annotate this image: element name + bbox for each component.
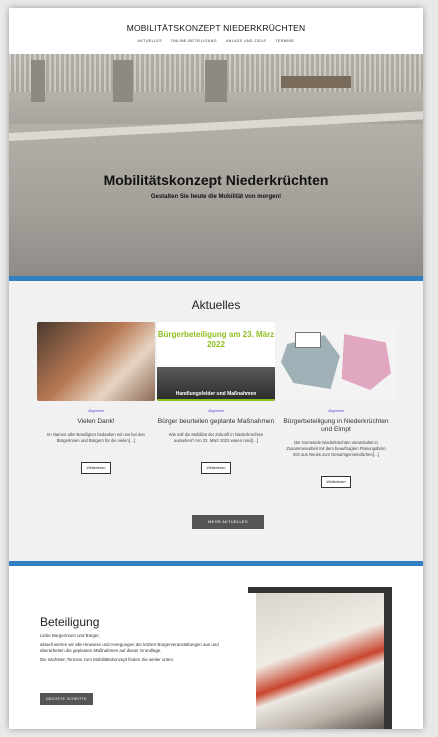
news-card-title[interactable]: Bürger beurteilen geplante Maßnahmen bbox=[157, 418, 275, 426]
news-card-title[interactable]: Vielen Dank! bbox=[37, 418, 155, 426]
read-more-button[interactable]: Weiterlesen bbox=[80, 462, 112, 474]
news-card-category[interactable]: Allgemein bbox=[157, 409, 275, 413]
news-card-excerpt: Im Namen aller Beteiligten bedanken wir … bbox=[47, 432, 145, 443]
news-heading: Aktuelles bbox=[191, 298, 241, 312]
more-news-button[interactable]: MEHR AKTUELLES bbox=[192, 515, 264, 529]
site-title[interactable]: MOBILITÄTSKONZEPT NIEDERKRÜCHTEN bbox=[9, 8, 423, 33]
news-card-excerpt: Wie soll die Mobilität der Zukunft in Ni… bbox=[168, 432, 264, 443]
nav-item-aktuelles[interactable]: AKTUELLES bbox=[138, 39, 162, 43]
participation-photo bbox=[248, 587, 392, 729]
news-card-image[interactable] bbox=[277, 322, 395, 401]
hero-background-post bbox=[31, 60, 45, 102]
map-region-elmpt bbox=[341, 334, 391, 390]
map-legend-box bbox=[295, 332, 321, 348]
photo-frame bbox=[384, 587, 392, 729]
participation-section: Beteiligung Liebe Bürgerinnen und Bürger… bbox=[9, 566, 423, 729]
hero-background-road bbox=[9, 124, 423, 276]
participation-paragraph: aktuell werten wir alle Hinweise und Anr… bbox=[40, 642, 219, 653]
participation-title: Beteiligung bbox=[40, 615, 100, 629]
news-card-image[interactable]: Bürgerbeteiligung am 23. März 2022 Handl… bbox=[157, 322, 275, 401]
hero-background-post bbox=[205, 60, 227, 102]
news-card-image-headline: Bürgerbeteiligung am 23. März 2022 bbox=[157, 330, 275, 349]
page: MOBILITÄTSKONZEPT NIEDERKRÜCHTEN AKTUELL… bbox=[9, 8, 423, 729]
hero-background-bench bbox=[281, 76, 351, 88]
news-card: Bürgerbeteiligung am 23. März 2022 Handl… bbox=[157, 322, 275, 488]
news-card: Allgemein Vielen Dank! Im Namen aller Be… bbox=[37, 322, 155, 488]
news-card: Allgemein Bürgerbeteiligung in Niederkrü… bbox=[277, 322, 395, 488]
photo-frame bbox=[248, 587, 392, 593]
news-card-title[interactable]: Bürgerbeteiligung in Niederkrüchten und … bbox=[277, 418, 395, 434]
main-nav: AKTUELLES ONLINE-BETEILIGUNG ANLASS UND … bbox=[9, 39, 423, 43]
news-section: Aktuelles Allgemein Vielen Dank! Im Name… bbox=[9, 281, 423, 561]
news-card-image-underline bbox=[157, 399, 275, 401]
nav-item-anlass-und-ziele[interactable]: ANLASS UND ZIELE bbox=[226, 39, 266, 43]
hero-subtitle: Gestalten Sie heute die Mobilität von mo… bbox=[150, 194, 282, 200]
news-card-image-label: Handlungsfelder und Maßnahmen bbox=[175, 391, 257, 397]
news-card-excerpt: Die Gemeinde Niederkrüchten veranstaltet… bbox=[286, 440, 386, 457]
hero-section: Mobilitätskonzept Niederkrüchten Gestalt… bbox=[9, 54, 423, 276]
site-header: MOBILITÄTSKONZEPT NIEDERKRÜCHTEN AKTUELL… bbox=[9, 8, 423, 54]
news-card-category[interactable]: Allgemein bbox=[37, 409, 155, 413]
hero-title: Mobilitätskonzept Niederkrüchten bbox=[103, 172, 329, 188]
read-more-button[interactable]: Weiterlesen bbox=[320, 476, 352, 488]
participation-paragraph: Die nächsten Termine zum Mobilitätskonze… bbox=[40, 657, 175, 662]
nav-item-termine[interactable]: TERMINE bbox=[275, 39, 294, 43]
participation-paragraph: Liebe Bürgerinnen und Bürger, bbox=[40, 633, 100, 638]
nav-item-online-beteiligung[interactable]: ONLINE-BETEILIGUNG bbox=[171, 39, 217, 43]
read-more-button[interactable]: Weiterlesen bbox=[200, 462, 232, 474]
hero-background-post bbox=[113, 60, 133, 102]
news-cards: Allgemein Vielen Dank! Im Namen aller Be… bbox=[37, 322, 395, 488]
news-card-image[interactable] bbox=[37, 322, 155, 401]
participation-text: Liebe Bürgerinnen und Bürger, aktuell we… bbox=[40, 633, 226, 666]
next-steps-button[interactable]: NÄCHSTE SCHRITTE bbox=[40, 693, 93, 705]
news-card-category[interactable]: Allgemein bbox=[277, 409, 395, 413]
